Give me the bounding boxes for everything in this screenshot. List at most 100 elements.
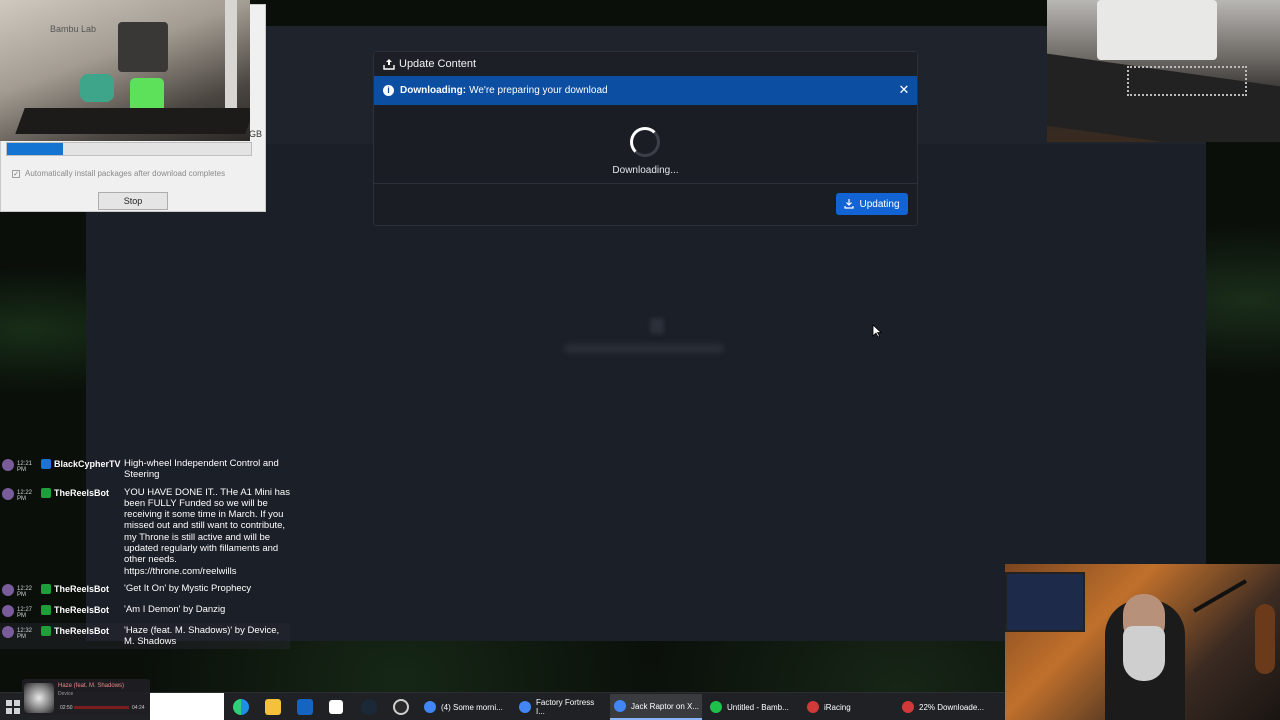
stop-button[interactable]: Stop (98, 192, 168, 210)
download-progress-fill (7, 143, 64, 155)
dialog-title: Update Content (399, 58, 477, 70)
placeholder-text (564, 344, 724, 353)
windows-start-icon[interactable] (6, 700, 20, 714)
info-icon: i (383, 85, 394, 96)
chat-text: High-wheel Independent Control and Steer… (124, 458, 279, 481)
chat-avatar (2, 625, 14, 638)
updating-button-label: Updating (859, 198, 900, 210)
chat-avatar (2, 583, 14, 596)
download-size-unit: GB (249, 129, 263, 139)
alert-strong-label: Downloading: (400, 85, 467, 96)
app-icon (519, 701, 531, 713)
taskbar-task[interactable]: iRacing (803, 694, 893, 720)
app-icon (902, 701, 914, 713)
chat-avatar (2, 604, 14, 617)
taskbar-task[interactable]: 22% Downloade... (898, 694, 993, 720)
print-bed (15, 108, 250, 134)
chat-avatar (2, 487, 14, 500)
auto-install-checkbox[interactable]: ✓ Automatically install packages after d… (12, 169, 225, 178)
chat-badge-icon (41, 459, 51, 469)
chat-message: 12:21 PM BlackCypherTV High-wheel Independ… (0, 456, 290, 482)
task-label: (4) Some morni... (441, 702, 503, 712)
close-icon[interactable]: ✕ (898, 83, 910, 96)
chat-text: 'Haze (feat. M. Shadows)' by Device, M. … (124, 624, 280, 648)
progress-area: Downloading... (374, 105, 917, 184)
mouse-cursor-icon (872, 324, 882, 338)
chat-badge-icon (41, 604, 51, 615)
chat-username: TheReelsBot (54, 625, 110, 636)
chat-text: 'Am I Demon' by Danzig (124, 603, 226, 615)
download-icon (844, 199, 855, 209)
app-icon (424, 701, 436, 713)
chat-username: TheReelsBot (54, 604, 110, 615)
upload-icon (383, 59, 395, 70)
chat-time: 12:22 PM (17, 489, 33, 502)
media-title: Haze (feat. M. Shadows) (58, 683, 125, 689)
chat-text: 'Get It On' by Mystic Prophecy (124, 582, 252, 594)
streamer-beard (1123, 626, 1165, 681)
media-artist: Device (58, 691, 74, 697)
microphone-arm (1193, 579, 1247, 613)
album-cover (24, 683, 54, 713)
streamer-webcam (1005, 564, 1280, 720)
chat-time: 12:27 PM (17, 606, 33, 619)
task-label: 22% Downloade... (919, 702, 984, 712)
auto-install-label: Automatically install packages after dow… (25, 169, 226, 178)
download-alert: i Downloading: We're preparing your down… (374, 76, 917, 105)
app-icon (614, 700, 626, 712)
printer-machine (1097, 0, 1217, 60)
chat-time: 12:22 PM (17, 585, 33, 598)
app-icon (807, 701, 819, 713)
dialog-header: Update Content (374, 52, 917, 76)
status-text: Downloading... (612, 165, 679, 176)
printer-camera-feed: Bambu Lab (0, 0, 250, 141)
download-progress-bar (6, 142, 252, 156)
chat-username: TheReelsBot (54, 583, 110, 594)
edge-icon[interactable] (233, 699, 249, 715)
file-explorer-icon[interactable] (265, 699, 281, 715)
printed-object-teal (80, 74, 114, 102)
chat-message: 12:22 PM TheReelsBot 'Get It On' by Mystic… (0, 581, 290, 599)
printed-parts (1127, 66, 1247, 96)
steam-icon[interactable] (361, 699, 377, 715)
monitor (1005, 572, 1085, 632)
media-time-current: 02:50 (60, 705, 73, 711)
placeholder-icon (650, 318, 664, 334)
guitar (1255, 604, 1275, 674)
media-widget[interactable]: Haze (feat. M. Shadows) Device 02:50 04:… (22, 679, 150, 715)
checkbox-icon[interactable]: ✓ (12, 169, 20, 178)
chat-message: 12:27 PM TheReelsBot 'Am I Demon' by Danzi… (0, 602, 290, 620)
printer-brand-logo: Bambu Lab (50, 24, 97, 34)
taskbar-task[interactable]: Factory Fortress I... (515, 694, 605, 720)
media-time-total: 04:24 (132, 705, 145, 711)
task-label: Jack Raptor on X... (631, 701, 700, 711)
chat-avatar (2, 459, 14, 471)
chat-time: 12:21 PM (17, 461, 33, 473)
chat-username: BlackCypherTV (54, 459, 121, 469)
outlook-icon[interactable] (297, 699, 313, 715)
print-head (118, 22, 168, 72)
taskbar-task[interactable]: Untitled - Bamb... (706, 694, 798, 720)
taskbar-task[interactable]: (4) Some morni... (420, 694, 510, 720)
app-icon (710, 701, 722, 713)
printer-camera-feed-2 (1047, 0, 1280, 142)
chat-text: YOU HAVE DONE IT.. THe A1 Mini has been … (124, 486, 290, 577)
obs-icon[interactable] (393, 699, 409, 715)
chat-badge-icon (41, 583, 51, 594)
alert-message: We're preparing your download (469, 85, 608, 96)
chat-badge-icon (41, 487, 51, 498)
store-icon[interactable] (329, 700, 343, 714)
task-label: Untitled - Bamb... (727, 702, 789, 712)
task-label: iRacing (824, 702, 851, 712)
taskbar-search-box[interactable] (150, 693, 224, 720)
printer-frame (225, 0, 237, 120)
media-progress-bar[interactable] (74, 706, 129, 709)
chat-overlay: 12:21 PM BlackCypherTV High-wheel Independ… (0, 456, 290, 652)
loading-spinner-icon (630, 127, 660, 157)
chat-message: 12:22 PM TheReelsBot YOU HAVE DONE IT.. TH… (0, 485, 290, 578)
update-content-dialog: Update Content i Downloading: We're prep… (373, 51, 918, 226)
chat-username: TheReelsBot (54, 487, 110, 498)
taskbar-task[interactable]: Jack Raptor on X... (610, 694, 702, 720)
chat-badge-icon (41, 625, 51, 636)
updating-button[interactable]: Updating (836, 193, 908, 215)
